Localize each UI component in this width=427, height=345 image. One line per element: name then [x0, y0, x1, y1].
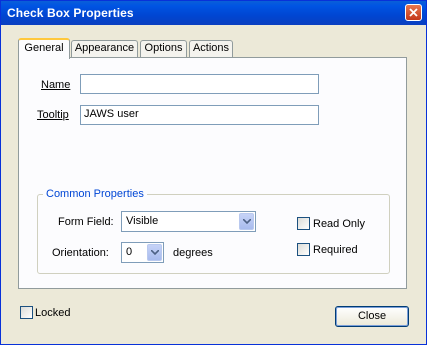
form-field-label: Form Field:: [58, 216, 114, 228]
tab-options[interactable]: Options: [140, 40, 187, 57]
title-bar: Check Box Properties: [1, 1, 426, 25]
tab-actions[interactable]: Actions: [189, 40, 233, 57]
window-title: Check Box Properties: [7, 6, 134, 20]
orientation-select[interactable]: 0: [121, 242, 164, 263]
tab-general[interactable]: General: [18, 38, 70, 59]
read-only-label: Read Only: [313, 218, 365, 230]
locked-checkbox[interactable]: [20, 306, 33, 319]
name-input[interactable]: [80, 74, 319, 94]
check-box-properties-dialog: Check Box Properties General Appearance …: [0, 0, 427, 345]
required-label: Required: [313, 244, 358, 256]
common-properties-title: Common Properties: [43, 188, 147, 200]
chevron-down-icon[interactable]: [239, 213, 254, 230]
required-checkbox[interactable]: [297, 243, 310, 256]
name-label: Name: [41, 79, 71, 91]
read-only-checkbox[interactable]: [297, 217, 310, 230]
form-field-select[interactable]: Visible: [121, 211, 256, 232]
close-button[interactable]: Close: [335, 306, 409, 327]
orientation-label: Orientation:: [52, 247, 109, 259]
chevron-down-icon[interactable]: [147, 244, 162, 261]
form-field-value: Visible: [126, 215, 159, 227]
locked-label: Locked: [35, 307, 71, 319]
degrees-label: degrees: [173, 247, 213, 259]
tooltip-label: Tooltip: [37, 109, 69, 121]
tooltip-input[interactable]: JAWS user: [80, 105, 319, 125]
common-properties-group: [37, 194, 390, 274]
close-window-button[interactable]: [405, 4, 422, 21]
close-icon: [409, 8, 418, 17]
tab-appearance[interactable]: Appearance: [71, 40, 138, 57]
orientation-value: 0: [126, 246, 133, 258]
